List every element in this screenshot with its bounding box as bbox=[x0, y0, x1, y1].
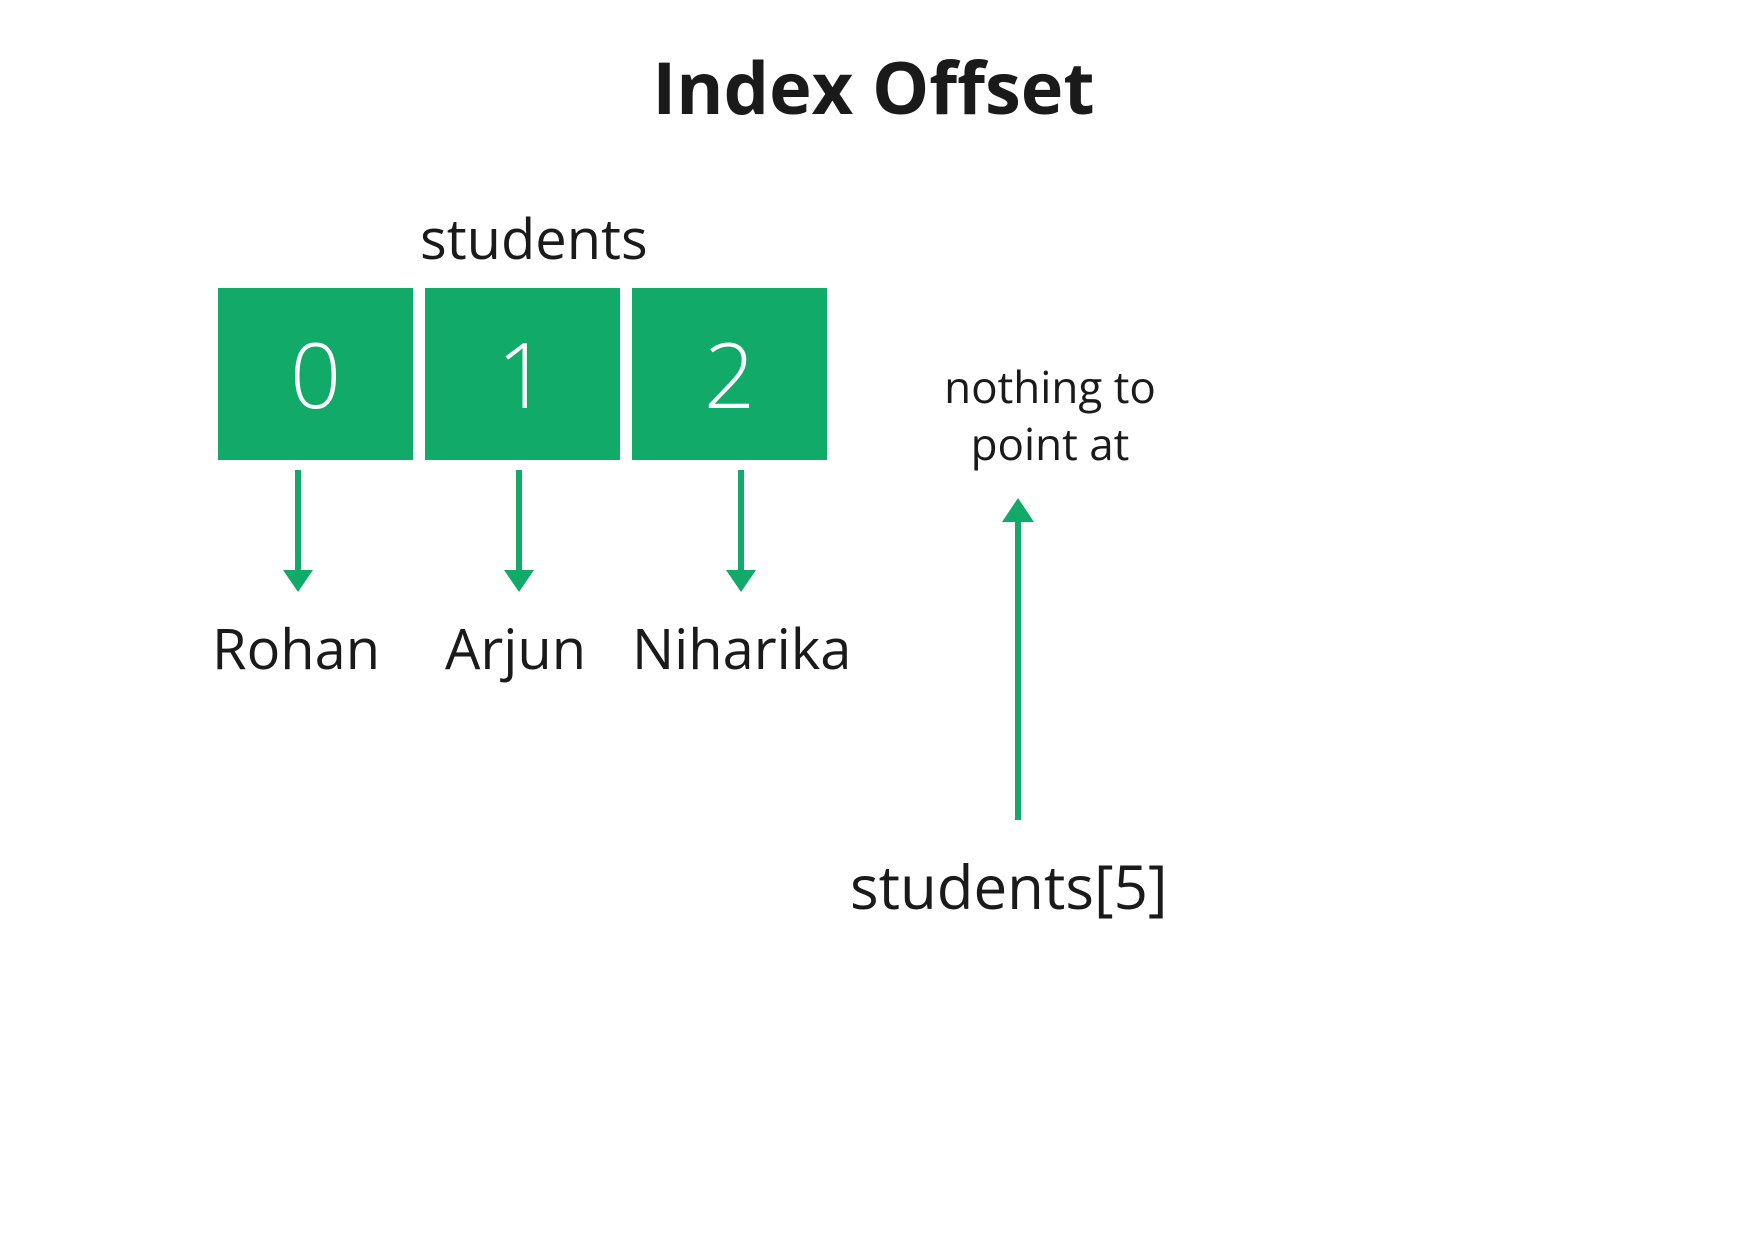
nothing-line-1: nothing to bbox=[944, 356, 1156, 416]
value-label-1: Arjun bbox=[445, 610, 586, 686]
array-cell-1: 1 bbox=[425, 288, 620, 460]
value-label-2: Niharika bbox=[632, 610, 851, 686]
out-of-bounds-label: students[5] bbox=[850, 845, 1168, 927]
arrow-down-icon bbox=[295, 470, 301, 572]
nothing-to-point-label: nothing to point at bbox=[920, 358, 1180, 472]
value-label-0: Rohan bbox=[212, 610, 380, 686]
diagram-title: Index Offset bbox=[652, 38, 1094, 136]
arrow-up-icon bbox=[1015, 520, 1021, 820]
arrow-down-icon bbox=[516, 470, 522, 572]
nothing-line-2: point at bbox=[971, 413, 1130, 473]
array-cell-2: 2 bbox=[632, 288, 827, 460]
array-cell-0: 0 bbox=[218, 288, 413, 460]
arrow-down-icon bbox=[738, 470, 744, 572]
array-container: 0 1 2 bbox=[218, 288, 827, 460]
array-label: students bbox=[420, 200, 648, 276]
